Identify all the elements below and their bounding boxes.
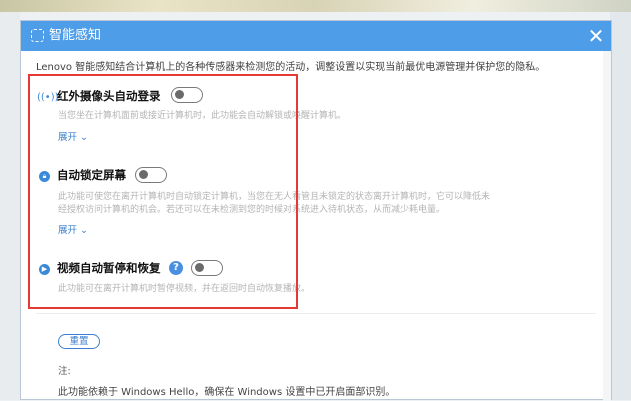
reset-button[interactable]: 重置 <box>58 334 100 349</box>
scrollbar[interactable] <box>603 51 611 401</box>
intro-text: Lenovo 智能感知结合计算机上的各种传感器来检测您的活动，调整设置以实现当前… <box>36 62 546 73</box>
red-highlight-box <box>28 74 298 309</box>
dialog-title: 智能感知 <box>49 28 102 43</box>
background-wallpaper <box>0 0 631 12</box>
note-text: 此功能依赖于 Windows Hello，确保在 Windows 设置中已开启面… <box>58 387 396 398</box>
close-button[interactable]: ✕ <box>585 25 607 47</box>
note-label: 注: <box>58 366 71 377</box>
background-left <box>0 12 20 400</box>
dialog-titlebar: 智能感知 ✕ <box>21 21 611 51</box>
section-divider <box>36 313 596 314</box>
background-right <box>610 12 631 400</box>
smart-sense-dialog: 智能感知 ✕ Lenovo 智能感知结合计算机上的各种传感器来检测您的活动，调整… <box>20 20 612 401</box>
sense-scan-icon <box>31 29 44 42</box>
